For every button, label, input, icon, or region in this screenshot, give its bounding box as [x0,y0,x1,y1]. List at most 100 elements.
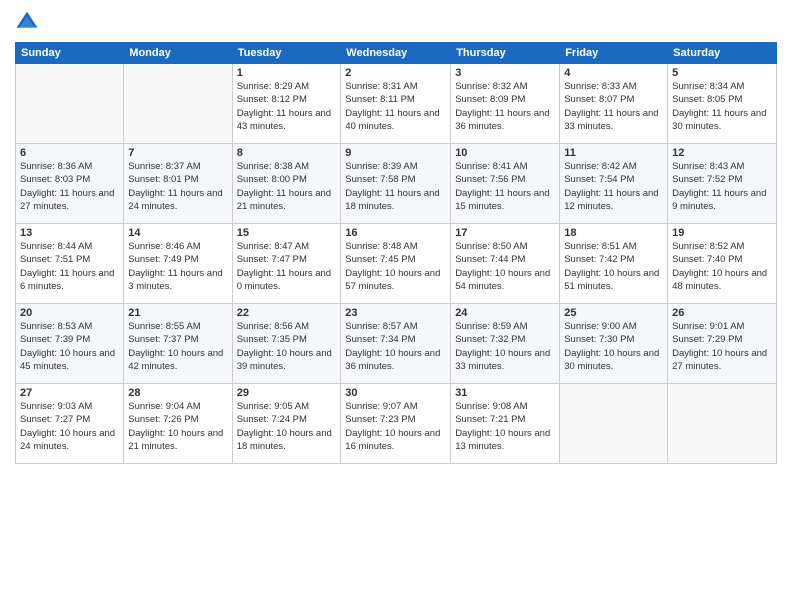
calendar-cell: 17Sunrise: 8:50 AMSunset: 7:44 PMDayligh… [451,224,560,304]
calendar-table: SundayMondayTuesdayWednesdayThursdayFrid… [15,42,777,464]
calendar-cell [668,384,777,464]
day-number: 30 [345,387,446,399]
calendar-week-1: 1Sunrise: 8:29 AMSunset: 8:12 PMDaylight… [16,64,777,144]
day-number: 3 [455,67,555,79]
day-number: 21 [128,307,227,319]
calendar-header-wednesday: Wednesday [341,43,451,64]
calendar-cell: 5Sunrise: 8:34 AMSunset: 8:05 PMDaylight… [668,64,777,144]
calendar-cell [16,64,124,144]
calendar-cell: 23Sunrise: 8:57 AMSunset: 7:34 PMDayligh… [341,304,451,384]
day-info: Sunrise: 8:29 AMSunset: 8:12 PMDaylight:… [237,80,337,133]
calendar-week-5: 27Sunrise: 9:03 AMSunset: 7:27 PMDayligh… [16,384,777,464]
calendar-cell: 27Sunrise: 9:03 AMSunset: 7:27 PMDayligh… [16,384,124,464]
calendar-cell: 30Sunrise: 9:07 AMSunset: 7:23 PMDayligh… [341,384,451,464]
calendar-cell: 11Sunrise: 8:42 AMSunset: 7:54 PMDayligh… [560,144,668,224]
day-info: Sunrise: 8:36 AMSunset: 8:03 PMDaylight:… [20,160,119,213]
day-number: 26 [672,307,772,319]
header [15,10,777,34]
day-number: 22 [237,307,337,319]
day-number: 19 [672,227,772,239]
calendar-cell: 19Sunrise: 8:52 AMSunset: 7:40 PMDayligh… [668,224,777,304]
calendar-cell: 15Sunrise: 8:47 AMSunset: 7:47 PMDayligh… [232,224,341,304]
calendar-cell [560,384,668,464]
calendar-week-4: 20Sunrise: 8:53 AMSunset: 7:39 PMDayligh… [16,304,777,384]
calendar-cell: 1Sunrise: 8:29 AMSunset: 8:12 PMDaylight… [232,64,341,144]
day-number: 31 [455,387,555,399]
day-number: 23 [345,307,446,319]
day-number: 9 [345,147,446,159]
day-number: 16 [345,227,446,239]
day-number: 18 [564,227,663,239]
day-info: Sunrise: 8:42 AMSunset: 7:54 PMDaylight:… [564,160,663,213]
calendar-cell: 18Sunrise: 8:51 AMSunset: 7:42 PMDayligh… [560,224,668,304]
day-info: Sunrise: 8:48 AMSunset: 7:45 PMDaylight:… [345,240,446,293]
calendar-header-row: SundayMondayTuesdayWednesdayThursdayFrid… [16,43,777,64]
day-info: Sunrise: 8:46 AMSunset: 7:49 PMDaylight:… [128,240,227,293]
logo [15,10,43,34]
calendar-week-3: 13Sunrise: 8:44 AMSunset: 7:51 PMDayligh… [16,224,777,304]
calendar-header-tuesday: Tuesday [232,43,341,64]
calendar-week-2: 6Sunrise: 8:36 AMSunset: 8:03 PMDaylight… [16,144,777,224]
day-info: Sunrise: 8:31 AMSunset: 8:11 PMDaylight:… [345,80,446,133]
day-info: Sunrise: 8:43 AMSunset: 7:52 PMDaylight:… [672,160,772,213]
day-info: Sunrise: 8:39 AMSunset: 7:58 PMDaylight:… [345,160,446,213]
day-info: Sunrise: 8:56 AMSunset: 7:35 PMDaylight:… [237,320,337,373]
calendar-cell: 26Sunrise: 9:01 AMSunset: 7:29 PMDayligh… [668,304,777,384]
day-info: Sunrise: 9:04 AMSunset: 7:26 PMDaylight:… [128,400,227,453]
day-number: 28 [128,387,227,399]
calendar-cell: 24Sunrise: 8:59 AMSunset: 7:32 PMDayligh… [451,304,560,384]
day-number: 24 [455,307,555,319]
day-info: Sunrise: 9:01 AMSunset: 7:29 PMDaylight:… [672,320,772,373]
day-info: Sunrise: 9:08 AMSunset: 7:21 PMDaylight:… [455,400,555,453]
calendar-cell: 14Sunrise: 8:46 AMSunset: 7:49 PMDayligh… [124,224,232,304]
day-number: 17 [455,227,555,239]
calendar-cell: 4Sunrise: 8:33 AMSunset: 8:07 PMDaylight… [560,64,668,144]
day-info: Sunrise: 8:50 AMSunset: 7:44 PMDaylight:… [455,240,555,293]
day-number: 20 [20,307,119,319]
day-number: 10 [455,147,555,159]
day-number: 6 [20,147,119,159]
day-number: 8 [237,147,337,159]
day-number: 15 [237,227,337,239]
calendar-cell: 2Sunrise: 8:31 AMSunset: 8:11 PMDaylight… [341,64,451,144]
day-info: Sunrise: 8:32 AMSunset: 8:09 PMDaylight:… [455,80,555,133]
day-number: 5 [672,67,772,79]
calendar-cell: 22Sunrise: 8:56 AMSunset: 7:35 PMDayligh… [232,304,341,384]
day-number: 29 [237,387,337,399]
day-info: Sunrise: 8:41 AMSunset: 7:56 PMDaylight:… [455,160,555,213]
day-info: Sunrise: 8:37 AMSunset: 8:01 PMDaylight:… [128,160,227,213]
page-container: SundayMondayTuesdayWednesdayThursdayFrid… [0,0,792,474]
day-info: Sunrise: 9:07 AMSunset: 7:23 PMDaylight:… [345,400,446,453]
calendar-cell: 31Sunrise: 9:08 AMSunset: 7:21 PMDayligh… [451,384,560,464]
day-number: 13 [20,227,119,239]
calendar-header-friday: Friday [560,43,668,64]
day-number: 2 [345,67,446,79]
logo-icon [15,10,39,34]
calendar-cell: 13Sunrise: 8:44 AMSunset: 7:51 PMDayligh… [16,224,124,304]
calendar-cell: 3Sunrise: 8:32 AMSunset: 8:09 PMDaylight… [451,64,560,144]
day-info: Sunrise: 8:55 AMSunset: 7:37 PMDaylight:… [128,320,227,373]
day-info: Sunrise: 8:44 AMSunset: 7:51 PMDaylight:… [20,240,119,293]
calendar-cell [124,64,232,144]
day-info: Sunrise: 8:33 AMSunset: 8:07 PMDaylight:… [564,80,663,133]
calendar-cell: 7Sunrise: 8:37 AMSunset: 8:01 PMDaylight… [124,144,232,224]
calendar-header-monday: Monday [124,43,232,64]
day-number: 27 [20,387,119,399]
day-number: 12 [672,147,772,159]
day-info: Sunrise: 9:00 AMSunset: 7:30 PMDaylight:… [564,320,663,373]
day-info: Sunrise: 8:38 AMSunset: 8:00 PMDaylight:… [237,160,337,213]
day-info: Sunrise: 9:05 AMSunset: 7:24 PMDaylight:… [237,400,337,453]
calendar-cell: 16Sunrise: 8:48 AMSunset: 7:45 PMDayligh… [341,224,451,304]
calendar-cell: 12Sunrise: 8:43 AMSunset: 7:52 PMDayligh… [668,144,777,224]
day-number: 4 [564,67,663,79]
calendar-cell: 28Sunrise: 9:04 AMSunset: 7:26 PMDayligh… [124,384,232,464]
day-info: Sunrise: 8:34 AMSunset: 8:05 PMDaylight:… [672,80,772,133]
calendar-cell: 8Sunrise: 8:38 AMSunset: 8:00 PMDaylight… [232,144,341,224]
day-info: Sunrise: 8:53 AMSunset: 7:39 PMDaylight:… [20,320,119,373]
day-number: 7 [128,147,227,159]
calendar-cell: 25Sunrise: 9:00 AMSunset: 7:30 PMDayligh… [560,304,668,384]
day-info: Sunrise: 8:52 AMSunset: 7:40 PMDaylight:… [672,240,772,293]
day-info: Sunrise: 8:57 AMSunset: 7:34 PMDaylight:… [345,320,446,373]
calendar-cell: 6Sunrise: 8:36 AMSunset: 8:03 PMDaylight… [16,144,124,224]
day-number: 14 [128,227,227,239]
